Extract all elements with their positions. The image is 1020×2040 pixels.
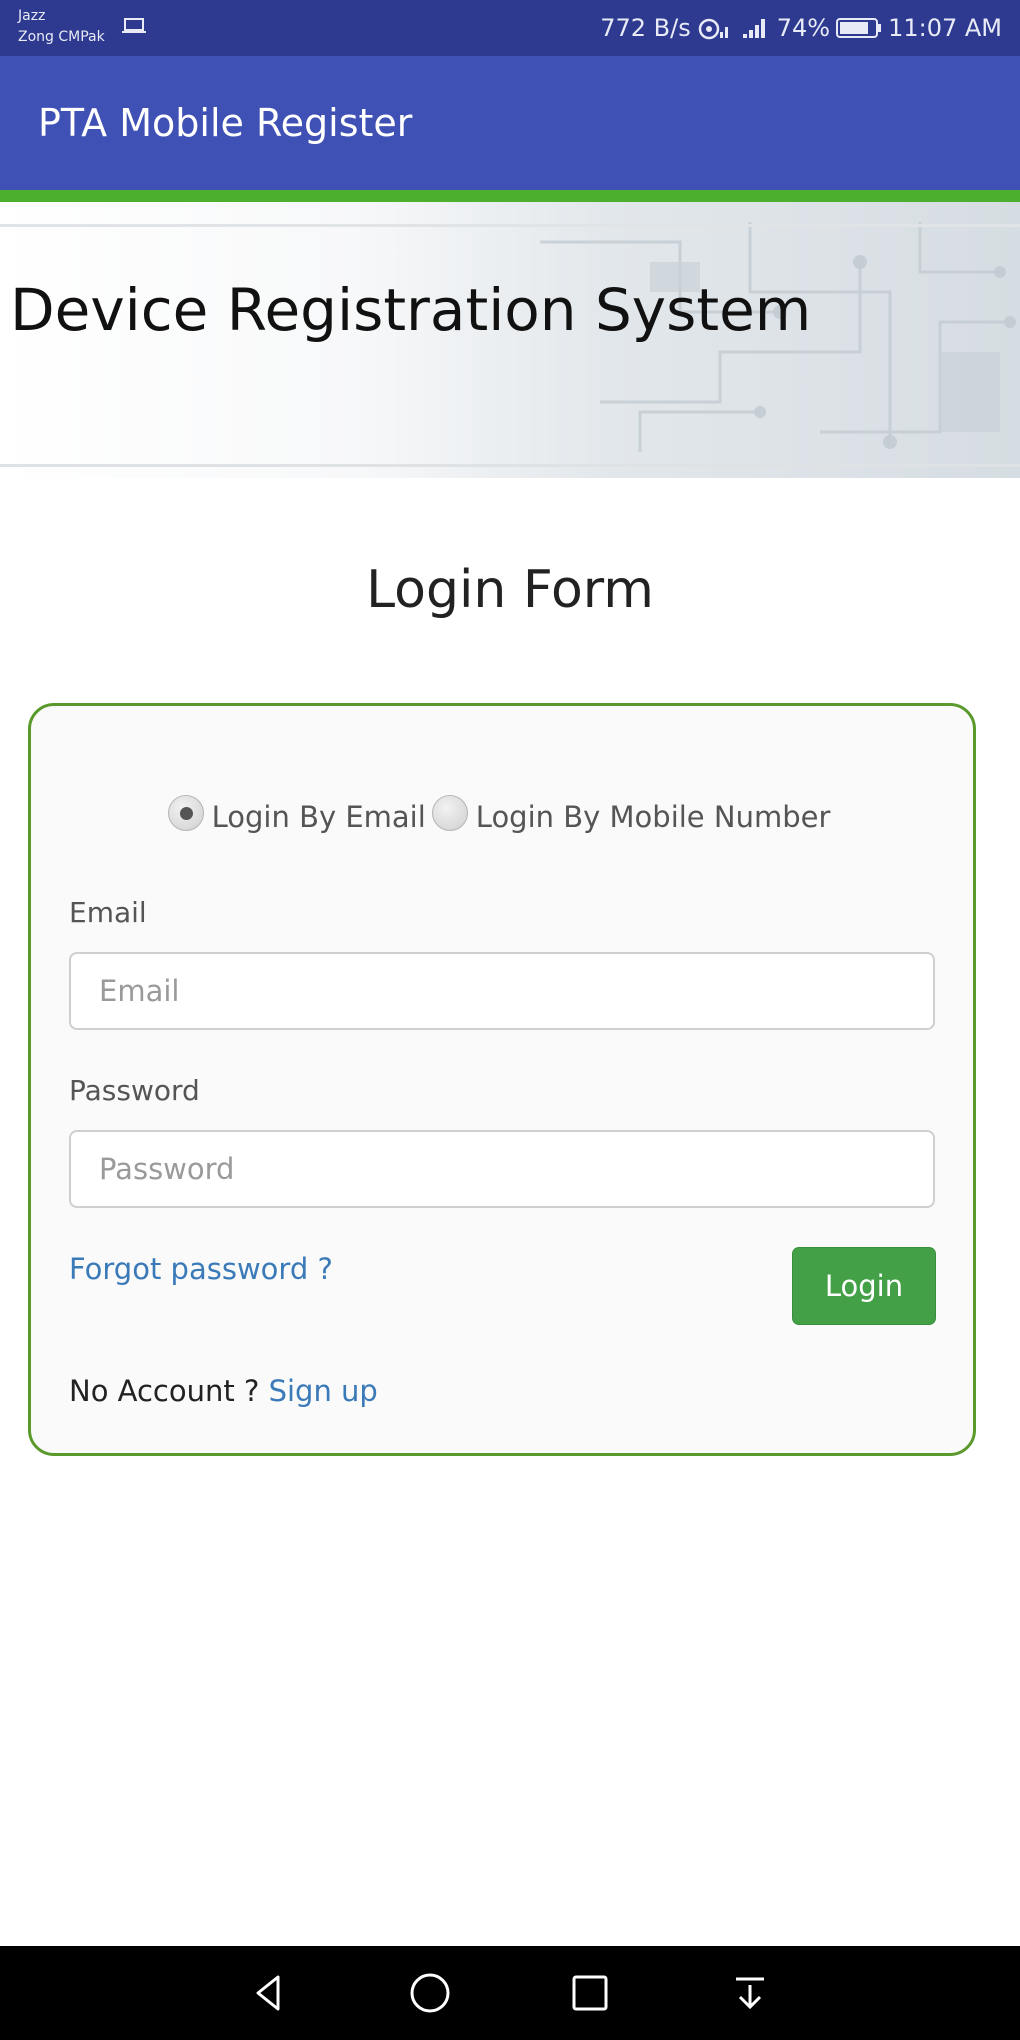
carrier-info: Jazz Zong CMPak <box>18 6 105 48</box>
home-icon[interactable] <box>400 1963 460 2023</box>
status-bar: Jazz Zong CMPak 772 B/s 74% 11:07 AM <box>0 0 1020 56</box>
recents-icon[interactable] <box>560 1963 620 2023</box>
hotspot-icon <box>698 18 728 40</box>
notification-pull-icon[interactable] <box>720 1963 780 2023</box>
password-field[interactable] <box>69 1130 935 1208</box>
navigation-bar <box>0 1946 1020 2040</box>
forgot-password-link[interactable]: Forgot password ? <box>69 1252 333 1286</box>
radio-login-by-email[interactable] <box>167 795 204 831</box>
back-icon[interactable] <box>238 1963 298 2023</box>
app-title: PTA Mobile Register <box>38 101 413 145</box>
no-account-row: No Account ? Sign up <box>69 1374 378 1408</box>
sign-up-link[interactable]: Sign up <box>269 1374 378 1408</box>
password-label: Password <box>69 1074 200 1107</box>
carrier-1: Jazz <box>18 8 46 24</box>
banner-divider-bottom <box>0 464 1020 467</box>
screen: Jazz Zong CMPak 772 B/s 74% 11:07 AM PTA… <box>0 0 1020 2040</box>
accent-strip <box>0 190 1020 202</box>
login-method-selector: Login By Email Login By Mobile Number <box>31 792 973 834</box>
header-banner: Device Registration System <box>0 202 1020 478</box>
email-label: Email <box>69 896 147 929</box>
net-speed: 772 B/s <box>600 14 691 42</box>
status-indicators: 772 B/s 74% 11:07 AM <box>594 12 1002 44</box>
battery-percent: 74% <box>776 14 831 42</box>
radio-label-mobile: Login By Mobile Number <box>475 800 831 834</box>
carrier-2: Zong CMPak <box>18 29 105 45</box>
app-bar: PTA Mobile Register <box>0 56 1020 190</box>
banner-divider-top <box>0 224 1020 227</box>
radio-login-by-mobile[interactable] <box>431 795 468 831</box>
login-form: Login By Email Login By Mobile Number Em… <box>28 703 976 1456</box>
clock: 11:07 AM <box>888 14 1002 42</box>
no-account-text: No Account ? <box>69 1374 260 1408</box>
email-field[interactable] <box>69 952 935 1030</box>
laptop-icon <box>122 18 146 33</box>
radio-label-email: Login By Email <box>211 800 426 834</box>
battery-icon <box>836 18 882 38</box>
form-title: Login Form <box>366 560 654 620</box>
login-button[interactable]: Login <box>792 1247 936 1325</box>
signal-icon <box>742 19 765 38</box>
banner-title: Device Registration System <box>10 276 812 344</box>
